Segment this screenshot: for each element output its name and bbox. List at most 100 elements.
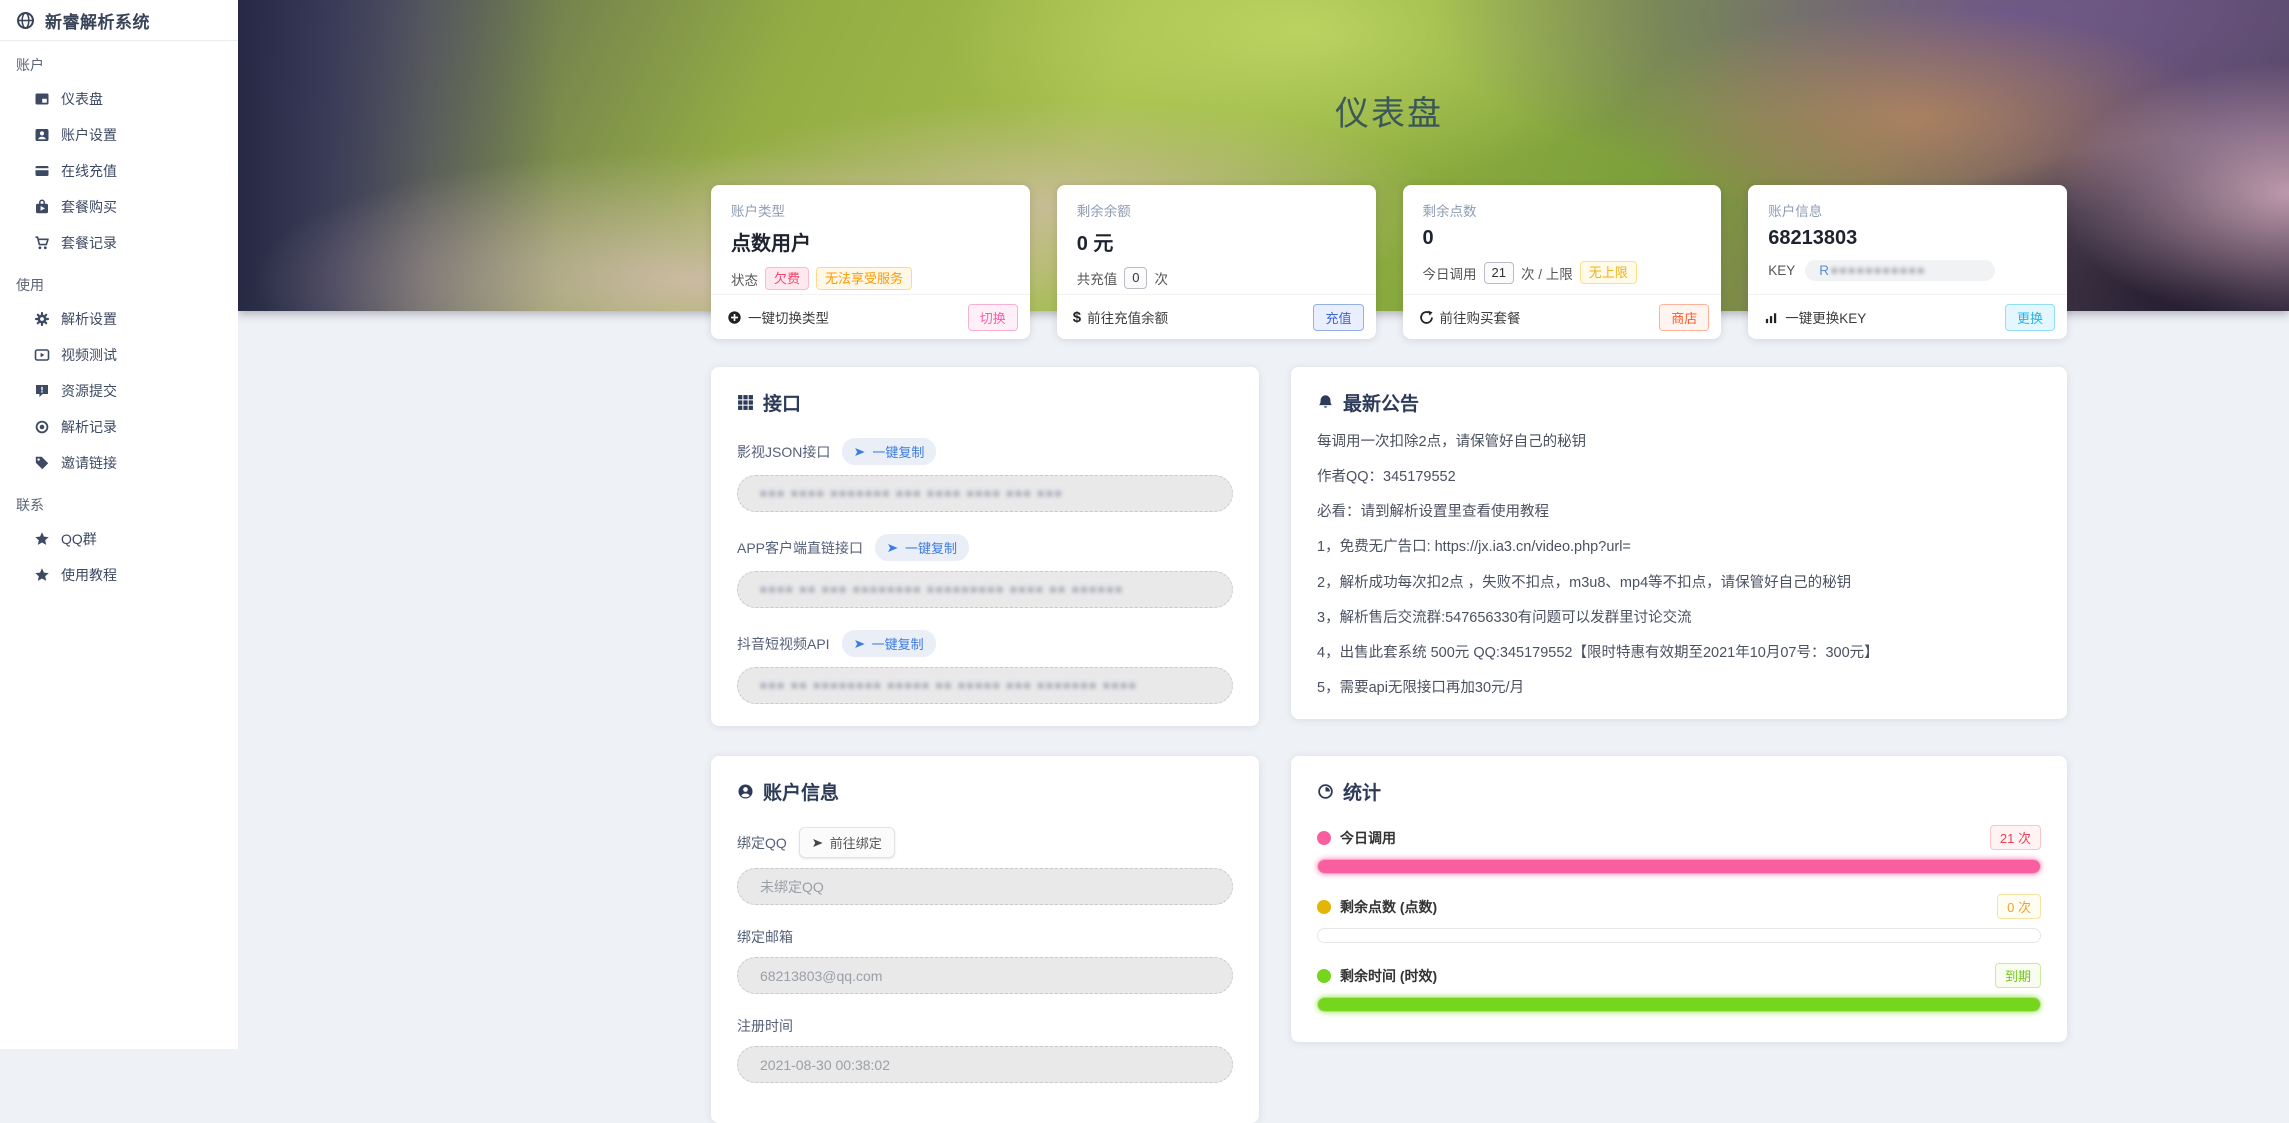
card-account-type: 账户类型 点数用户 状态 欠费 无法享受服务 一键切换类型 切换	[711, 185, 1030, 339]
card-account-info: 账户信息 68213803 KEY R ■■■■■■■■■■■ 一键更换KEY	[1748, 185, 2067, 339]
qq-input[interactable]: 未绑定QQ	[737, 868, 1233, 905]
sidebar-item-account-settings[interactable]: 账户设置	[0, 117, 238, 153]
api-url-input[interactable]: ■■■ ■■■■ ■■■■■■■ ■■■ ■■■■ ■■■■ ■■■ ■■■	[737, 475, 1233, 512]
gear-icon	[34, 311, 50, 327]
app-logo: 新睿解析系统	[0, 0, 238, 41]
footer-action-label: 一键切换类型	[727, 307, 829, 327]
recharge-button[interactable]: 充值	[1313, 303, 1364, 331]
account-card-icon	[34, 127, 50, 143]
sidebar-item-recharge[interactable]: 在线充值	[0, 153, 238, 189]
bind-email-field: 绑定邮箱 68213803@qq.com	[737, 927, 1233, 994]
card-label: 账户类型	[731, 204, 785, 219]
today-calls-middle: 次 / 上限	[1520, 266, 1573, 282]
card-value: 0	[1422, 227, 1434, 249]
copy-button[interactable]: 一键复制	[842, 438, 937, 465]
video-icon	[34, 347, 50, 363]
sidebar-section-contact: 联系	[16, 497, 44, 513]
api-url-input[interactable]: ■■■ ■■ ■■■■■■■■ ■■■■■ ■■ ■■■■■ ■■■ ■■■■■…	[737, 667, 1233, 704]
panel-title: 账户信息	[763, 783, 840, 804]
sidebar-section-usage: 使用	[16, 277, 44, 293]
field-label: 抖音短视频API	[737, 635, 830, 652]
sidebar-item-tutorial[interactable]: 使用教程	[0, 557, 238, 593]
announcement-panel: 最新公告 每调用一次扣除2点，请保管好自己的秘钥 作者QQ：345179552 …	[1291, 367, 2067, 719]
copy-button[interactable]: 一键复制	[875, 534, 970, 561]
api-field-app: APP客户端直链接口 一键复制 ■■■■ ■■ ■■■ ■■■■■■■■ ■■■…	[737, 534, 1233, 608]
register-time-field: 注册时间 2021-08-30 00:38:02	[737, 1016, 1233, 1083]
recharge-count: 0	[1124, 267, 1148, 289]
sidebar-item-label: 仪表盘	[61, 91, 103, 107]
globe-icon	[16, 11, 35, 30]
sidebar-item-parse-settings[interactable]: 解析设置	[0, 301, 238, 337]
sidebar-item-label: 套餐购买	[61, 199, 117, 215]
announcement-line: 作者QQ：345179552	[1317, 469, 1456, 486]
announcement-line: 5，需要api无限接口再加30元/月	[1317, 679, 1525, 696]
shop-button[interactable]: 商店	[1659, 303, 1710, 331]
user-circle-icon	[737, 783, 754, 800]
pie-clock-icon	[1317, 783, 1334, 800]
green-dot-icon	[1317, 968, 1331, 983]
stat-row-time-left: 剩余时间 (时效) 到期	[1317, 963, 2041, 988]
register-time-input[interactable]: 2021-08-30 00:38:02	[737, 1046, 1233, 1083]
sidebar-item-dashboard[interactable]: 仪表盘	[0, 81, 238, 117]
sidebar-item-label: 资源提交	[61, 383, 117, 399]
account-info-panel: 账户信息 绑定QQ 前往绑定 未绑定QQ 绑定邮箱 68213803@qq.co…	[711, 756, 1259, 1123]
star-icon	[34, 531, 50, 547]
api-field-douyin: 抖音短视频API 一键复制 ■■■ ■■ ■■■■■■■■ ■■■■■ ■■ ■…	[737, 630, 1233, 704]
send-icon	[812, 837, 824, 849]
copy-button[interactable]: 一键复制	[841, 630, 936, 657]
card-value: 68213803	[1768, 227, 1858, 249]
panel-title: 接口	[763, 394, 802, 415]
sidebar-item-package-buy[interactable]: 套餐购买	[0, 189, 238, 225]
sidebar-item-label: 在线充值	[61, 163, 117, 179]
interface-panel: 接口 影视JSON接口 一键复制 ■■■ ■■■■ ■■■■■■■ ■■■ ■■…	[711, 367, 1259, 726]
card-label: 账户信息	[1768, 204, 1823, 219]
yellow-dot-icon	[1317, 899, 1331, 914]
recharge-count-suffix: 次	[1154, 272, 1168, 287]
send-icon	[854, 446, 866, 458]
card-balance: 剩余余额 0 元 共充值 0 次 $ 前往充值余额 充值	[1056, 185, 1376, 339]
stat-badge: 0 次	[1997, 894, 2041, 919]
api-field-json: 影视JSON接口 一键复制 ■■■ ■■■■ ■■■■■■■ ■■■ ■■■■ …	[737, 438, 1233, 512]
sidebar-item-resource-submit[interactable]: 资源提交	[0, 373, 238, 409]
footer-action-label: 一键更换KEY	[1764, 307, 1866, 327]
go-bind-button[interactable]: 前往绑定	[798, 827, 895, 858]
switch-type-button[interactable]: 切换	[967, 303, 1018, 331]
stat-badge: 21 次	[1989, 825, 2041, 850]
sidebar-item-qq-group[interactable]: QQ群	[0, 521, 238, 557]
api-url-input[interactable]: ■■■■ ■■ ■■■ ■■■■■■■■ ■■■■■■■■■ ■■■■ ■■ ■…	[737, 571, 1233, 608]
progress-bar-today-calls	[1317, 859, 2041, 874]
page-title: 仪表盘	[1335, 95, 1443, 133]
package-buy-icon	[34, 199, 50, 215]
footer-action-label: $ 前往充值余额	[1072, 308, 1169, 327]
sidebar-section-account: 账户	[16, 57, 44, 73]
sidebar-item-label: 使用教程	[61, 567, 117, 583]
announcement-line: 1，免费无广告口: https://jx.ia3.cn/video.php?ur…	[1317, 539, 1631, 556]
sidebar: 新睿解析系统 账户 仪表盘 账户设置 在线充值 套餐购买 套餐记录 使用 解析设…	[0, 0, 238, 1049]
sidebar-item-package-records[interactable]: 套餐记录	[0, 225, 238, 261]
grid-icon	[737, 394, 754, 411]
sidebar-item-video-test[interactable]: 视频测试	[0, 337, 238, 373]
announcement-line: 2，解析成功每次扣2点 ，失败不扣点，m3u8、mp4等不扣点，请保管好自己的秘…	[1317, 574, 1852, 591]
status-badge-overdue: 欠费	[765, 267, 810, 290]
pink-dot-icon	[1317, 830, 1331, 845]
dashboard-icon	[34, 91, 50, 107]
panel-title: 统计	[1343, 783, 1382, 804]
credit-card-icon	[34, 163, 50, 179]
sidebar-item-parse-records[interactable]: 解析记录	[0, 409, 238, 445]
stat-row-points-left: 剩余点数 (点数) 0 次	[1317, 894, 2041, 919]
sidebar-item-label: 解析记录	[61, 419, 117, 435]
announcement-line: 必看：请到解析设置里查看使用教程	[1317, 504, 1549, 521]
sidebar-item-invite-link[interactable]: 邀请链接	[0, 445, 238, 481]
sidebar-item-label: QQ群	[61, 531, 97, 547]
email-input[interactable]: 68213803@qq.com	[737, 957, 1233, 994]
chart-bars-icon	[1764, 310, 1779, 325]
tag-icon	[34, 455, 50, 471]
field-label: 注册时间	[737, 1018, 793, 1034]
masked-key: ■■■■■■■■■■■	[1831, 264, 1927, 277]
card-label: 剩余点数	[1422, 204, 1477, 219]
change-key-button[interactable]: 更换	[2004, 303, 2055, 331]
footer-action-label: 前往购买套餐	[1419, 307, 1521, 327]
sidebar-item-label: 套餐记录	[61, 235, 117, 251]
announcement-line: 每调用一次扣除2点，请保管好自己的秘钥	[1317, 434, 1587, 450]
send-icon	[854, 638, 866, 650]
